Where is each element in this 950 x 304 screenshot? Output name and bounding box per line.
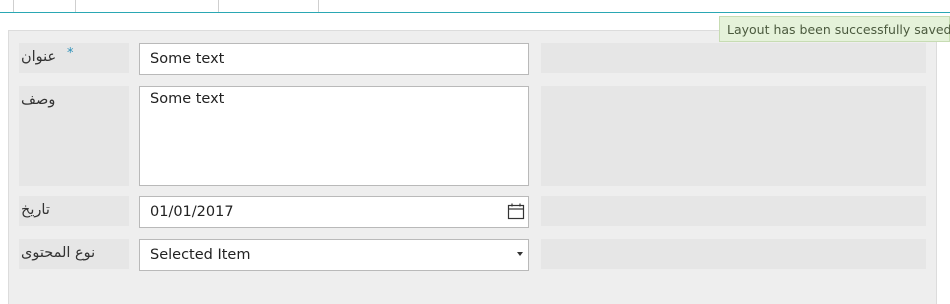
tab-divider [218, 0, 219, 12]
description-value: Some text [150, 91, 225, 107]
date-label: تاريخ [21, 202, 50, 218]
tab-divider [13, 0, 14, 12]
date-input-value: 01/01/2017 [150, 204, 234, 220]
tab-divider [75, 0, 76, 12]
content-type-label-cell: نوع المحتوى [19, 239, 129, 269]
content-type-extra-cell [541, 239, 926, 269]
description-label: وصف [21, 92, 56, 108]
required-marker: * [67, 46, 74, 61]
content-type-select[interactable]: Selected Item [139, 239, 529, 271]
tab-divider [318, 0, 319, 12]
description-extra-cell [541, 86, 926, 186]
title-label: عنوان [21, 49, 57, 65]
title-input[interactable]: Some text [139, 43, 529, 75]
chevron-down-icon[interactable] [517, 252, 523, 256]
content-type-value: Selected Item [150, 247, 251, 263]
scroll-edge [937, 30, 950, 304]
title-label-cell: عنوان * [19, 43, 129, 73]
date-input[interactable]: 01/01/2017 [139, 196, 529, 228]
page: عنوان * Some text وصف Some text تاريخ 01… [0, 0, 950, 304]
calendar-icon[interactable] [507, 203, 525, 220]
date-extra-cell [541, 196, 926, 226]
notification-message: Layout has been successfully saved. [727, 21, 950, 37]
save-notification: Layout has been successfully saved. X [719, 16, 950, 42]
content-type-label: نوع المحتوى [21, 245, 96, 261]
title-extra-cell [541, 43, 926, 73]
date-label-cell: تاريخ [19, 196, 129, 226]
tab-strip [0, 0, 950, 13]
description-label-cell: وصف [19, 86, 129, 186]
form-panel: عنوان * Some text وصف Some text تاريخ 01… [8, 30, 937, 304]
title-input-value: Some text [150, 51, 225, 67]
description-textarea[interactable]: Some text [139, 86, 529, 186]
